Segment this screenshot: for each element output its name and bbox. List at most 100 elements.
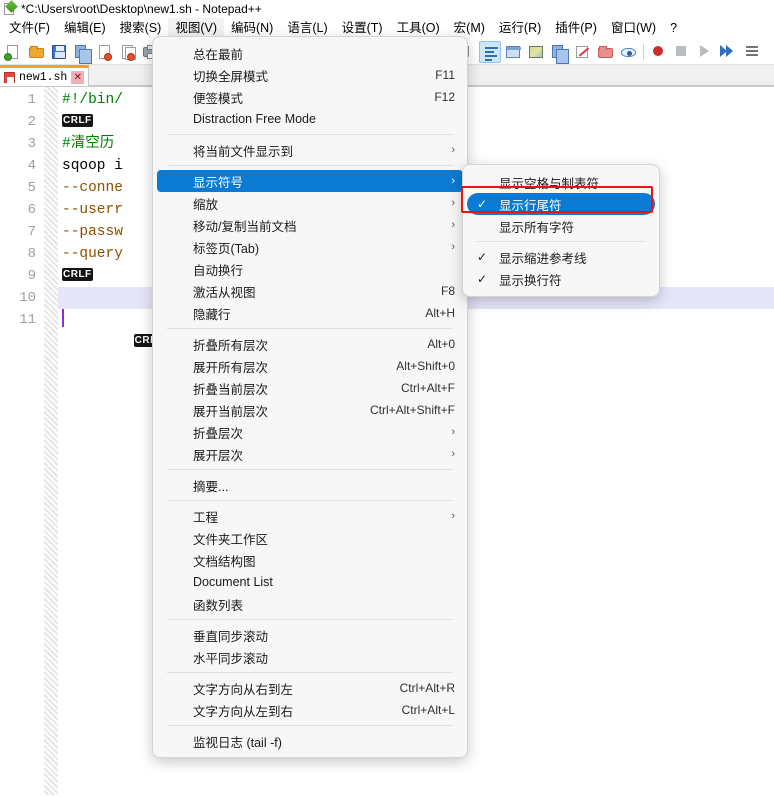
menu-separator (167, 619, 453, 620)
menu-run[interactable]: 运行(R) (492, 18, 548, 39)
stop-macro-icon[interactable] (671, 41, 693, 63)
line-number: 1 (27, 92, 36, 108)
line-number-gutter: 1 2 3 4 5 6 7 8 9 10 11 (0, 87, 44, 795)
record-macro-icon[interactable] (648, 41, 670, 63)
menu-plugins[interactable]: 插件(P) (548, 18, 604, 39)
menu-item-uncollapse-current[interactable]: 展开当前层次 Ctrl+Alt+Shift+F (157, 399, 463, 421)
menu-item-sync-horizontal-scroll[interactable]: 水平同步滚动 (157, 646, 463, 668)
line-number: 5 (27, 180, 36, 196)
menu-separator (167, 672, 453, 673)
save-icon[interactable] (48, 41, 70, 63)
line-number: 10 (19, 290, 36, 306)
notepad-plus-plus-icon (3, 0, 18, 16)
eol-marker: CRLF (62, 114, 93, 127)
check-icon: ✓ (477, 197, 488, 211)
menu-item-hide-lines[interactable]: 隐藏行 Alt+H (157, 302, 463, 324)
menu-help[interactable]: ? (663, 18, 684, 39)
menu-file[interactable]: 文件(F) (2, 18, 57, 39)
indent-guide-icon[interactable] (502, 41, 524, 63)
menu-window[interactable]: 窗口(W) (604, 18, 663, 39)
submenu-item-show-wrap-symbol[interactable]: ✓ 显示换行符 (467, 268, 655, 290)
chevron-right-icon: › (451, 144, 455, 156)
submenu-item-show-eol[interactable]: ✓ 显示行尾符 (467, 193, 655, 215)
chevron-right-icon: › (451, 448, 455, 460)
line-number: 3 (27, 136, 36, 152)
menu-item-function-list[interactable]: 函数列表 (157, 593, 463, 615)
menu-item-text-direction-ltr[interactable]: 文字方向从左到右 Ctrl+Alt+L (157, 699, 463, 721)
run-icon[interactable] (740, 41, 762, 63)
submenu-item-show-all-chars[interactable]: 显示所有字符 (467, 215, 655, 237)
menu-item-monitoring[interactable]: 监视日志 (tail -f) (157, 730, 463, 752)
chevron-right-icon: › (451, 241, 455, 253)
line-number: 7 (27, 224, 36, 240)
menu-item-show-symbol[interactable]: 显示符号 › (157, 170, 463, 192)
menu-item-always-on-top[interactable]: 总在最前 (157, 42, 463, 64)
menu-separator (167, 725, 453, 726)
check-icon: ✓ (477, 272, 488, 286)
menu-item-unfold-all[interactable]: 展开所有层次 Alt+Shift+0 (157, 355, 463, 377)
menu-item-word-wrap[interactable]: 自动换行 (157, 258, 463, 280)
menu-item-fold-all[interactable]: 折叠所有层次 Alt+0 (157, 333, 463, 355)
window-title: *C:\Users\root\Desktop\new1.sh - Notepad… (21, 2, 262, 16)
fold-margin[interactable] (44, 87, 58, 795)
menu-item-project[interactable]: 工程 › (157, 505, 463, 527)
submenu-separator (477, 241, 645, 242)
close-file-icon[interactable] (94, 41, 116, 63)
menu-item-move-current-doc[interactable]: 将当前文件显示到 › (157, 139, 463, 161)
close-all-icon[interactable] (117, 41, 139, 63)
menu-item-collapse-level[interactable]: 折叠层次 › (157, 421, 463, 443)
menu-separator (167, 134, 453, 135)
clone-doc-icon[interactable] (548, 41, 570, 64)
submenu-item-show-whitespace-tab[interactable]: 显示空格与制表符 (467, 171, 655, 193)
folder-as-workspace-icon[interactable] (594, 41, 616, 63)
open-file-icon[interactable] (25, 41, 47, 63)
modified-file-icon (4, 71, 15, 83)
line-number: 6 (27, 202, 36, 218)
menu-item-zoom[interactable]: 缩放 › (157, 192, 463, 214)
run-macro-multi-icon[interactable] (717, 41, 739, 63)
chevron-right-icon: › (451, 197, 455, 209)
notepadpp-window: *C:\Users\root\Desktop\new1.sh - Notepad… (0, 0, 774, 797)
menu-item-document-list[interactable]: Document List (157, 571, 463, 593)
monitor-icon[interactable] (617, 41, 639, 63)
menu-separator (167, 328, 453, 329)
menu-separator (167, 500, 453, 501)
line-number: 9 (27, 268, 36, 284)
menu-item-tab[interactable]: 标签页(Tab) › (157, 236, 463, 258)
save-all-icon[interactable] (71, 41, 93, 64)
play-macro-icon[interactable] (694, 41, 716, 63)
menu-separator (167, 469, 453, 470)
chevron-right-icon: › (451, 175, 455, 187)
ui-map-icon[interactable] (525, 41, 547, 63)
line-number: 2 (27, 114, 36, 130)
chevron-right-icon: › (451, 426, 455, 438)
menu-item-distraction-free[interactable]: Distraction Free Mode (157, 108, 463, 130)
menu-item-folder-as-workspace[interactable]: 文件夹工作区 (157, 527, 463, 549)
menu-item-move-clone-doc[interactable]: 移动/复制当前文档 › (157, 214, 463, 236)
menu-item-post-it[interactable]: 便签模式 F12 (157, 86, 463, 108)
eol-marker: CRLF (62, 268, 93, 281)
submenu-item-show-indent-guide[interactable]: ✓ 显示缩进参考线 (467, 246, 655, 268)
tab-label: new1.sh (19, 70, 68, 84)
toolbar-separator (640, 43, 647, 61)
menu-item-text-direction-rtl[interactable]: 文字方向从右到左 Ctrl+Alt+R (157, 677, 463, 699)
menu-edit[interactable]: 编辑(E) (57, 18, 113, 39)
tab-new1-sh[interactable]: new1.sh ✕ (0, 65, 90, 86)
menu-item-collapse-current[interactable]: 折叠当前层次 Ctrl+Alt+F (157, 377, 463, 399)
line-number: 11 (19, 312, 36, 328)
menu-item-focus-other-view[interactable]: 激活从视图 F8 (157, 280, 463, 302)
menu-item-uncollapse-level[interactable]: 展开层次 › (157, 443, 463, 465)
menu-item-summary[interactable]: 摘要... (157, 474, 463, 496)
line-number: 4 (27, 158, 36, 174)
menu-item-sync-vertical-scroll[interactable]: 垂直同步滚动 (157, 624, 463, 646)
menu-item-document-map[interactable]: 文档结构图 (157, 549, 463, 571)
new-file-icon[interactable] (2, 41, 24, 63)
menu-item-toggle-fullscreen[interactable]: 切换全屏模式 F11 (157, 64, 463, 86)
marker-icon[interactable] (571, 41, 593, 63)
close-icon[interactable]: ✕ (71, 70, 85, 84)
chevron-right-icon: › (451, 219, 455, 231)
show-symbol-icon[interactable] (479, 40, 501, 63)
title-bar: *C:\Users\root\Desktop\new1.sh - Notepad… (0, 0, 774, 18)
menu-separator (167, 165, 453, 166)
chevron-right-icon: › (451, 510, 455, 522)
